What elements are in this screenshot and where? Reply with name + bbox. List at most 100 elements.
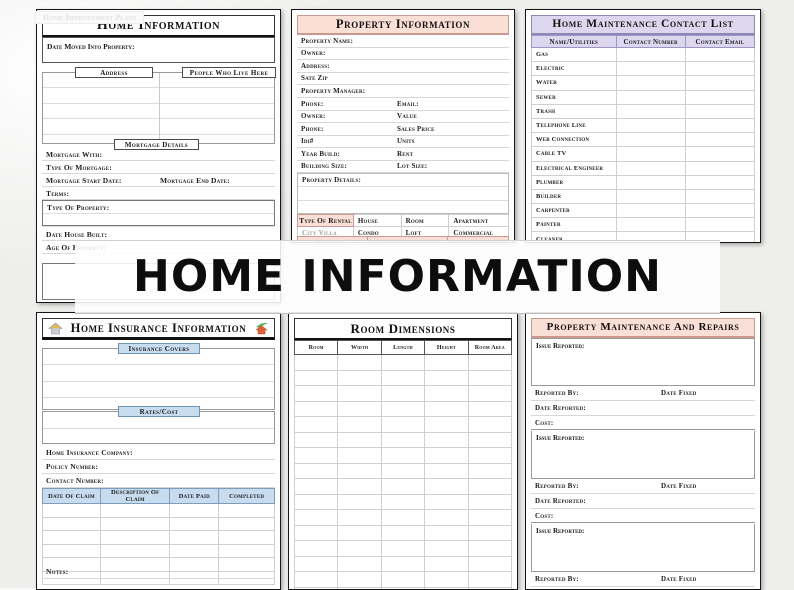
property-single-fields[interactable]: Property Name: Owner: Address: Sate Zip …: [297, 35, 509, 98]
cell[interactable]: [425, 541, 468, 557]
cell[interactable]: [338, 355, 381, 371]
cell[interactable]: [381, 525, 424, 541]
cell[interactable]: [468, 432, 511, 448]
cell-email[interactable]: [685, 48, 754, 62]
cell[interactable]: [425, 463, 468, 479]
tab-people-who-live-here[interactable]: People Who Live Here: [182, 67, 276, 78]
cell[interactable]: [468, 541, 511, 557]
cell[interactable]: [101, 517, 170, 531]
cell[interactable]: [43, 544, 101, 558]
cell[interactable]: [101, 504, 170, 518]
cell[interactable]: [295, 448, 338, 464]
cell-email[interactable]: [685, 189, 754, 203]
cell[interactable]: [425, 448, 468, 464]
rental-apartment[interactable]: Apartment: [449, 215, 509, 227]
contact-carpenter[interactable]: Carpenter: [532, 204, 617, 218]
contact-sewer[interactable]: Sewer: [532, 90, 617, 104]
contact-list-table[interactable]: Name/Utilities Contact Number Contact Em…: [531, 35, 755, 243]
cell[interactable]: [338, 401, 381, 417]
cell[interactable]: [425, 572, 468, 588]
cell[interactable]: [219, 504, 275, 518]
cell-email[interactable]: [685, 161, 754, 175]
cell[interactable]: [295, 572, 338, 588]
cell[interactable]: [43, 504, 101, 518]
contact-electric[interactable]: Electric: [532, 62, 617, 76]
cell[interactable]: [170, 504, 219, 518]
cell[interactable]: [381, 510, 424, 526]
cell[interactable]: [219, 517, 275, 531]
cell[interactable]: [425, 432, 468, 448]
cell[interactable]: [468, 479, 511, 495]
cell[interactable]: [425, 525, 468, 541]
cell[interactable]: [381, 417, 424, 433]
cell-email[interactable]: [685, 76, 754, 90]
cell[interactable]: [101, 544, 170, 558]
cell[interactable]: [338, 510, 381, 526]
cell[interactable]: [338, 432, 381, 448]
issue-reported-box-3[interactable]: Issue Reported:: [531, 524, 755, 572]
cell[interactable]: [381, 432, 424, 448]
cell[interactable]: [338, 525, 381, 541]
cell[interactable]: [381, 494, 424, 510]
issue-reported-box-1[interactable]: Issue Reported:: [531, 338, 755, 386]
cell[interactable]: [425, 510, 468, 526]
cell[interactable]: [468, 572, 511, 588]
cell[interactable]: [468, 417, 511, 433]
tab-mortgage-details[interactable]: Mortgage Details: [114, 139, 199, 150]
cell[interactable]: [338, 541, 381, 557]
contact-electrical-engineer[interactable]: Electrical Engineer: [532, 161, 617, 175]
type-of-property-block[interactable]: Type Of Property:: [42, 200, 275, 226]
cell[interactable]: [468, 510, 511, 526]
cell-email[interactable]: [685, 62, 754, 76]
notes-block[interactable]: Notes:: [42, 565, 275, 590]
cell[interactable]: [468, 463, 511, 479]
room-dimensions-table[interactable]: Room Width Length Height Room Area: [294, 340, 512, 590]
cell[interactable]: [43, 531, 101, 545]
cell[interactable]: [381, 479, 424, 495]
rental-house[interactable]: House: [353, 215, 401, 227]
cell[interactable]: [381, 370, 424, 386]
cell-number[interactable]: [616, 204, 685, 218]
cell-number[interactable]: [616, 76, 685, 90]
cell[interactable]: [170, 517, 219, 531]
panel-home-maintenance-contact-list[interactable]: Home Maintenance Contact List Name/Utili…: [525, 9, 761, 243]
cell-number[interactable]: [616, 161, 685, 175]
cell-number[interactable]: [616, 189, 685, 203]
cell[interactable]: [381, 463, 424, 479]
tab-insurance-covers[interactable]: Insurance Covers: [118, 343, 200, 354]
cell[interactable]: [425, 355, 468, 371]
cell[interactable]: [468, 355, 511, 371]
contact-web-connection[interactable]: Web Connection: [532, 133, 617, 147]
cell[interactable]: [295, 525, 338, 541]
cell-number[interactable]: [616, 175, 685, 189]
insurance-covers-box[interactable]: [42, 348, 275, 410]
cell[interactable]: [338, 463, 381, 479]
cell-number[interactable]: [616, 48, 685, 62]
panel-property-information[interactable]: Property Information Property Name: Owne…: [291, 9, 515, 243]
repair-block-1[interactable]: Issue Reported: Reported By: Date Fixed …: [531, 338, 755, 430]
cell[interactable]: [338, 494, 381, 510]
property-paired-fields[interactable]: Phone: Email: Owner: Value Phone: Sales …: [297, 98, 509, 173]
cell[interactable]: [425, 494, 468, 510]
cell[interactable]: [425, 417, 468, 433]
cell[interactable]: [170, 544, 219, 558]
cell-email[interactable]: [685, 90, 754, 104]
cell-number[interactable]: [616, 90, 685, 104]
cell[interactable]: [295, 541, 338, 557]
mortgage-fields[interactable]: Mortgage With: Type Of Mortgage: Mortgag…: [42, 148, 275, 200]
cell[interactable]: [468, 556, 511, 572]
cell-email[interactable]: [685, 218, 754, 232]
cell[interactable]: [381, 355, 424, 371]
cell[interactable]: [338, 556, 381, 572]
cell-email[interactable]: [685, 133, 754, 147]
cell[interactable]: [295, 355, 338, 371]
cell[interactable]: [425, 479, 468, 495]
cell[interactable]: [43, 517, 101, 531]
cell[interactable]: [338, 370, 381, 386]
cell-number[interactable]: [616, 218, 685, 232]
cell[interactable]: [338, 448, 381, 464]
cell[interactable]: [381, 541, 424, 557]
panel-home-insurance-information[interactable]: Home Insurance Information Insurance Cov…: [36, 312, 281, 590]
cell[interactable]: [468, 494, 511, 510]
contact-telephone-line[interactable]: Telephone Line: [532, 118, 617, 132]
